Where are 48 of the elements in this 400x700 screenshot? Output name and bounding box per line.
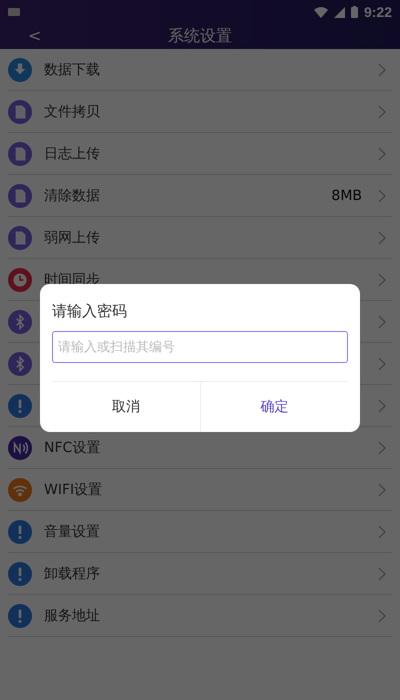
setting-label[interactable]: 日志上传: [44, 144, 362, 162]
chevron-icon: [378, 398, 386, 412]
status-time: 9:22: [364, 4, 392, 20]
chevron-icon: [378, 314, 386, 328]
chevron-icon: [378, 566, 386, 580]
chevron-icon: [378, 188, 386, 202]
document-icon: [8, 184, 32, 208]
bluetooth-icon: [8, 310, 32, 334]
exclamation-icon: [8, 394, 32, 418]
setting-label[interactable]: WIFI设置: [44, 480, 362, 498]
exclamation-icon: [8, 520, 32, 544]
download-icon: [8, 58, 32, 82]
chevron-icon: [378, 62, 386, 76]
setting-label[interactable]: 音量设置: [44, 522, 362, 540]
chevron-icon: [378, 104, 386, 118]
chevron-icon: [378, 524, 386, 538]
dialog-title: 请输入密码: [51, 301, 128, 322]
exclamation-icon: [8, 604, 32, 628]
setting-label[interactable]: 服务地址: [44, 606, 362, 624]
document-icon: [8, 226, 32, 250]
back-button[interactable]: <: [24, 26, 46, 45]
screen-title: 系统设置: [168, 26, 232, 47]
wifi-icon: [314, 6, 328, 18]
chevron-icon: [378, 356, 386, 370]
chevron-icon: [378, 272, 386, 286]
setting-label[interactable]: NFC设置: [44, 438, 362, 456]
bluetooth-icon: [8, 352, 32, 376]
setting-label[interactable]: 卸载程序: [44, 564, 362, 582]
exclamation-icon: [8, 562, 32, 586]
chevron-icon: [378, 440, 386, 454]
document-icon: [8, 142, 32, 166]
wifi-icon: [8, 478, 32, 502]
chevron-icon: [378, 608, 386, 622]
chevron-icon: [378, 146, 386, 160]
setting-label[interactable]: 弱网上传: [44, 228, 362, 246]
setting-label[interactable]: 文件拷贝: [44, 102, 362, 120]
nfc-icon: [8, 436, 32, 460]
clock-icon: [8, 268, 32, 292]
setting-label[interactable]: 数据下载: [44, 60, 362, 78]
chevron-icon: [378, 482, 386, 496]
document-icon: [8, 100, 32, 124]
password-field[interactable]: 请输入或扫描其编号: [52, 331, 348, 363]
battery-icon: [350, 6, 358, 18]
setting-label[interactable]: 清除数据: [44, 186, 320, 204]
keyboard-icon: [8, 8, 20, 16]
chevron-icon: [378, 230, 386, 244]
setting-value: 8MB: [331, 188, 362, 204]
signal-icon: [334, 6, 345, 18]
